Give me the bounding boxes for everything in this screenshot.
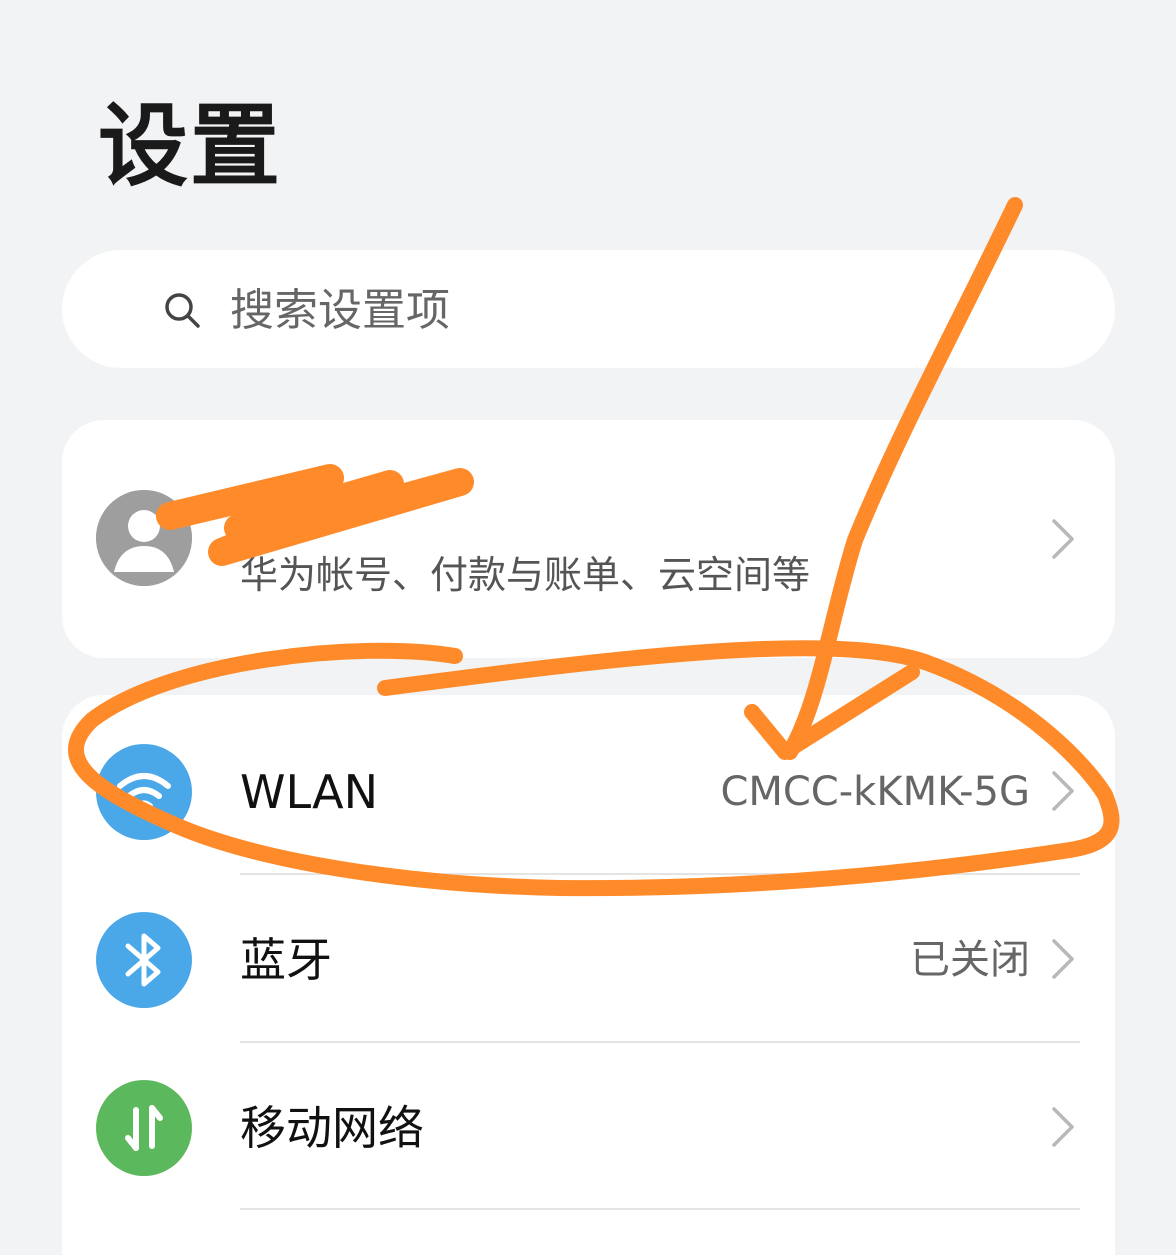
account-subtitle: 华为帐号、付款与账单、云空间等	[240, 553, 811, 597]
chevron-right-icon	[1052, 1107, 1074, 1147]
wlan-label: WLAN	[240, 765, 379, 819]
settings-row-wlan[interactable]: WLAN CMCC-kKMK-5G	[62, 708, 1115, 876]
search-icon	[165, 293, 200, 328]
avatar-icon	[96, 490, 192, 586]
mobile-network-label: 移动网络	[240, 1101, 424, 1155]
search-placeholder: 搜索设置项	[230, 285, 450, 336]
divider	[240, 1208, 1080, 1210]
search-input[interactable]: 搜索设置项	[62, 250, 1115, 368]
wifi-icon	[96, 744, 192, 840]
chevron-right-icon	[1052, 519, 1074, 559]
divider	[240, 873, 1080, 875]
settings-row-bluetooth[interactable]: 蓝牙 已关闭	[62, 876, 1115, 1044]
chevron-right-icon	[1052, 771, 1074, 811]
mobile-data-icon	[96, 1080, 192, 1176]
bluetooth-value: 已关闭	[910, 937, 1030, 983]
page-title: 设置	[98, 94, 282, 199]
wlan-value: CMCC-kKMK-5G	[720, 769, 1030, 815]
chevron-right-icon	[1052, 939, 1074, 979]
divider	[240, 1041, 1080, 1043]
bluetooth-icon	[96, 912, 192, 1008]
settings-row-mobile-network[interactable]: 移动网络	[62, 1044, 1115, 1212]
bluetooth-label: 蓝牙	[240, 933, 332, 987]
account-card[interactable]	[62, 420, 1115, 658]
